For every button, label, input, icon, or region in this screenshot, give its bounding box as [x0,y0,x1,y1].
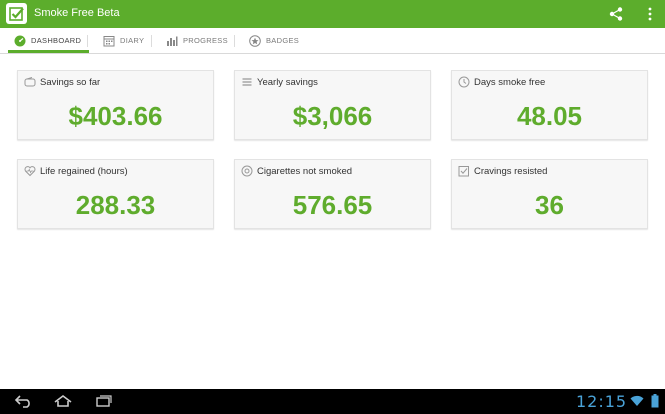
star-badge-icon [249,34,261,47]
status-clock: 12:15 [576,392,628,411]
card-cravings-resisted: Cravings resisted 36 [451,159,648,229]
card-label: Yearly savings [257,77,318,88]
tab-label: DASHBOARD [31,36,82,45]
action-bar: Smoke Free Beta [0,0,665,28]
heart-icon [24,166,36,177]
speedometer-icon [14,35,26,46]
share-icon[interactable] [608,6,624,22]
bar-chart-icon [167,36,178,46]
card-label: Life regained (hours) [40,166,128,177]
tab-divider [87,35,88,47]
card-label: Cigarettes not smoked [257,166,353,177]
checkbox-icon [458,166,469,177]
tab-divider [234,35,235,47]
tab-bar: DASHBOARD DIARY PROGRESS BADGES [0,28,665,54]
card-life-regained: Life regained (hours) 288.33 [17,159,214,229]
tab-label: PROGRESS [183,36,228,45]
card-value: $403.66 [68,101,163,131]
card-label: Savings so far [40,77,101,88]
card-days-smoke-free: Days smoke free 48.05 [451,70,648,140]
battery-icon [651,394,659,408]
clock-icon [458,76,470,88]
card-yearly-savings: Yearly savings $3,066 [234,70,431,140]
home-icon[interactable] [53,394,73,408]
calendar-icon [103,35,115,46]
tab-badges[interactable]: BADGES [249,28,299,53]
wifi-icon [630,395,644,406]
system-nav-bar: 12:15 [0,389,665,414]
tab-progress[interactable]: PROGRESS [166,28,228,53]
checkmark-app-icon[interactable] [6,3,27,24]
back-icon[interactable] [14,394,34,408]
tab-label: DIARY [120,36,145,45]
card-value: $3,066 [292,101,373,131]
coins-icon [242,78,252,86]
wallet-icon [24,77,36,87]
recent-apps-icon[interactable] [95,394,113,408]
card-value: 48.05 [516,101,583,131]
card-label: Days smoke free [474,77,546,88]
overflow-menu-icon[interactable] [645,6,655,22]
tab-diary[interactable]: DIARY [103,28,144,53]
app-title: Smoke Free Beta [34,7,120,19]
card-value: 576.65 [292,190,373,220]
card-value: 288.33 [75,190,156,220]
no-smoking-icon [241,165,253,177]
tab-label: BADGES [266,36,300,45]
card-value: 36 [535,190,564,220]
tab-divider [151,35,152,47]
card-cigarettes-not-smoked: Cigarettes not smoked 576.65 [234,159,431,229]
card-label: Cravings resisted [474,166,548,177]
card-savings-so-far: Savings so far $403.66 [17,70,214,140]
tab-dashboard[interactable]: DASHBOARD [7,28,90,53]
